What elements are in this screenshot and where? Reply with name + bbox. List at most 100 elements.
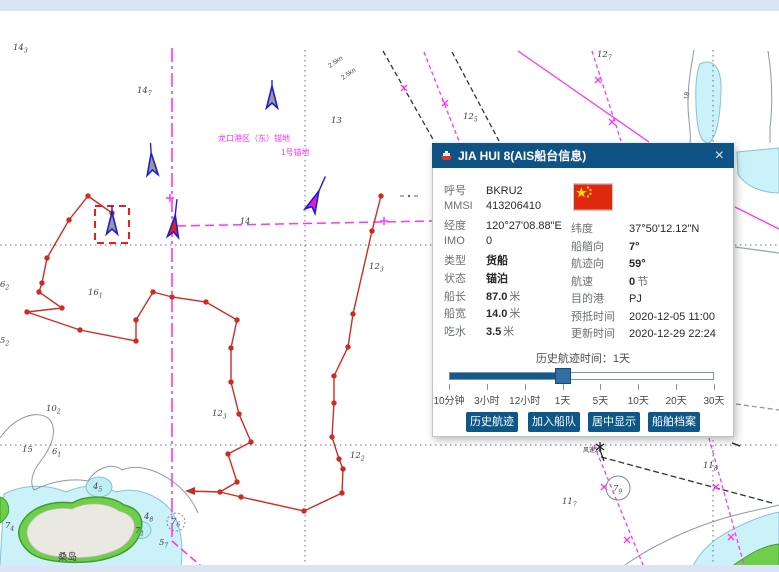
track-point[interactable]: [59, 305, 64, 310]
slider-fill: [450, 373, 564, 379]
field-row: 状态锚泊: [444, 270, 508, 286]
track-point[interactable]: [236, 411, 241, 416]
chart-line: [518, 51, 649, 142]
ais-ship-target[interactable]: [167, 199, 182, 238]
history-time-label: 历史航迹时间：1天: [433, 350, 733, 366]
slider-tick: [525, 384, 526, 390]
depth-sounding: 102: [46, 404, 61, 416]
field-row: 目的港PJ: [571, 290, 642, 306]
chart-label: 18: [683, 91, 691, 100]
slider-tick-label[interactable]: 3小时: [474, 392, 500, 407]
field-row: 航迹向59°: [571, 255, 646, 271]
slider-tick-label[interactable]: 10天: [628, 392, 649, 407]
track-point[interactable]: [150, 289, 155, 294]
slider-tick-label[interactable]: 20天: [666, 392, 687, 407]
depth-sounding: 123: [369, 262, 384, 274]
slider-tick: [563, 384, 564, 390]
depth-sounding: 147: [137, 86, 152, 98]
slider-tick: [638, 384, 639, 390]
depth-sounding: 125: [463, 112, 478, 124]
dialog-titlebar[interactable]: JIA HUI 8(AIS船台信息) ×: [432, 143, 734, 168]
join-fleet-button[interactable]: 加入船队: [528, 412, 580, 432]
track-point[interactable]: [228, 345, 233, 350]
track-point[interactable]: [339, 490, 344, 495]
chart-line: [452, 52, 499, 141]
chart-line: [736, 404, 779, 410]
ais-ship-target[interactable]: [145, 143, 158, 176]
slider-tick-label[interactable]: 12小时: [509, 392, 540, 407]
field-row: 船宽14.0米: [444, 305, 520, 321]
chart-line: [592, 51, 621, 141]
field-row: 预抵时间2020-12-05 11:00: [571, 308, 715, 324]
depth-sounding: 161: [88, 288, 103, 300]
dialog-title: JIA HUI 8(AIS船台信息): [458, 147, 586, 164]
history-track-button[interactable]: 历史航迹: [466, 412, 518, 432]
chart-label: 2.5kn: [340, 67, 357, 82]
track-point[interactable]: [331, 400, 336, 405]
track-point[interactable]: [66, 217, 71, 222]
page-edge-bottom: [0, 565, 779, 572]
track-point[interactable]: [238, 494, 243, 499]
track-point[interactable]: [378, 193, 383, 198]
depth-sounding: 143: [13, 43, 28, 55]
chart-label: 2.5kn: [327, 55, 344, 70]
ship-profile-button[interactable]: 船舶档案: [648, 412, 700, 432]
slider-tick-label[interactable]: 10分钟: [433, 392, 464, 407]
field-row: 类型货船: [444, 252, 508, 268]
shallow-water-area: [737, 148, 779, 193]
track-point[interactable]: [340, 466, 345, 471]
slider-tick: [676, 384, 677, 390]
chart-line: [735, 247, 779, 253]
history-track[interactable]: [27, 196, 381, 511]
track-point[interactable]: [225, 451, 230, 456]
depth-sounding: 61: [52, 447, 61, 459]
grid-tick: [732, 443, 740, 446]
depth-sounding: 122: [350, 451, 365, 463]
track-point[interactable]: [85, 193, 90, 198]
track-point[interactable]: [350, 311, 355, 316]
ais-ship-target[interactable]: [305, 174, 331, 213]
track-point[interactable]: [345, 344, 350, 349]
track-point[interactable]: [24, 309, 29, 314]
field-row: MMSI413206410: [444, 200, 541, 216]
depth-contour: [768, 51, 772, 143]
track-point[interactable]: [44, 255, 49, 260]
track-point[interactable]: [248, 439, 253, 444]
chart-line: [594, 445, 646, 572]
slider-tick-label[interactable]: 1天: [555, 392, 571, 407]
track-point[interactable]: [169, 294, 174, 299]
track-point[interactable]: [228, 379, 233, 384]
track-point[interactable]: [301, 508, 306, 513]
slider-handle[interactable]: [555, 368, 571, 384]
shallow-water-area: [696, 62, 721, 143]
field-row: 吃水3.5米: [444, 323, 514, 339]
history-time-slider[interactable]: [449, 372, 714, 380]
track-point[interactable]: [329, 434, 334, 439]
track-point[interactable]: [133, 317, 138, 322]
track-point[interactable]: [133, 338, 138, 343]
measure-label: 14: [240, 217, 250, 226]
field-row: IMO0: [444, 235, 492, 251]
track-point[interactable]: [331, 373, 336, 378]
depth-sounding: 15: [22, 445, 33, 455]
track-point[interactable]: [369, 228, 374, 233]
field-row: 船长87.0米: [444, 288, 520, 304]
ais-ship-target[interactable]: [267, 80, 278, 108]
track-point[interactable]: [39, 280, 44, 285]
slider-tick-label[interactable]: 5天: [593, 392, 609, 407]
track-point[interactable]: [203, 299, 208, 304]
field-row: 航速0节: [571, 273, 648, 289]
center-display-button[interactable]: 居中显示: [588, 412, 640, 432]
track-point[interactable]: [77, 327, 82, 332]
track-point[interactable]: [234, 479, 239, 484]
slider-tick-label[interactable]: 30天: [703, 392, 724, 407]
chart-label: 风速24: [583, 447, 602, 454]
track-point[interactable]: [36, 289, 41, 294]
close-icon[interactable]: ×: [713, 148, 726, 164]
chart-label: 龙口港区（东）锚地: [218, 133, 290, 143]
track-point[interactable]: [234, 317, 239, 322]
chart-line: [424, 52, 459, 141]
depth-sounding: 76: [171, 517, 180, 529]
field-row: 经度120°27'08.88"E: [444, 217, 562, 233]
track-point[interactable]: [336, 456, 341, 461]
